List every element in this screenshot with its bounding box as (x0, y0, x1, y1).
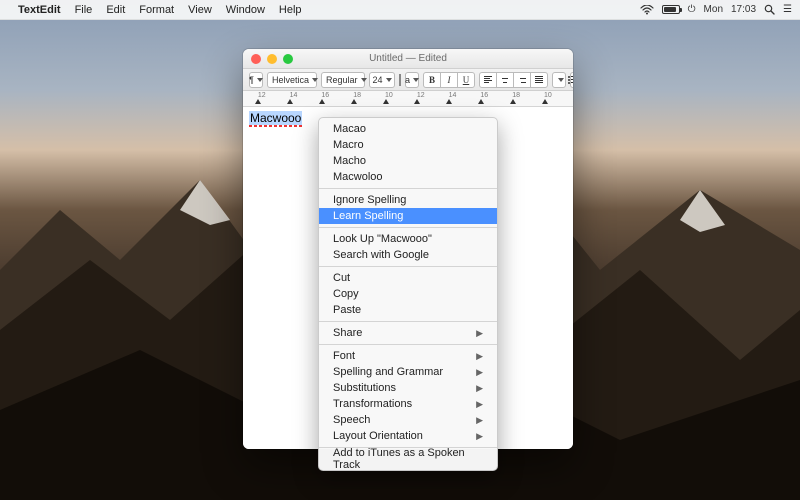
style-picker[interactable]: ¶ (249, 72, 263, 88)
spelling-suggestion[interactable]: Macwoloo (319, 169, 497, 185)
line-spacing-button[interactable] (552, 72, 566, 88)
misspelled-word[interactable]: Macwooo (249, 111, 302, 125)
align-right-button[interactable] (513, 72, 531, 88)
menu-format[interactable]: Format (139, 4, 174, 16)
tab-stop[interactable] (510, 99, 516, 104)
menu-separator (319, 227, 497, 228)
menu-add-to-itunes[interactable]: Add to iTunes as a Spoken Track (319, 451, 497, 467)
menu-help[interactable]: Help (279, 4, 302, 16)
font-style-select[interactable]: Regular (321, 72, 365, 88)
menu-cut[interactable]: Cut (319, 270, 497, 286)
spelling-suggestion[interactable]: Macao (319, 121, 497, 137)
tab-stop[interactable] (542, 99, 548, 104)
clock-day[interactable]: Mon (704, 4, 723, 15)
context-menu: Macao Macro Macho Macwoloo Ignore Spelli… (318, 117, 498, 471)
italic-button[interactable]: I (440, 72, 458, 88)
tab-stop[interactable] (414, 99, 420, 104)
align-left-button[interactable] (479, 72, 497, 88)
tab-stop[interactable] (383, 99, 389, 104)
menu-view[interactable]: View (188, 4, 212, 16)
menu-paste[interactable]: Paste (319, 302, 497, 318)
ruler[interactable]: 12 14 16 18 10 12 14 16 18 10 (243, 91, 573, 107)
tab-stop[interactable] (446, 99, 452, 104)
zoom-button[interactable] (283, 54, 293, 64)
menu-separator (319, 321, 497, 322)
tab-stop[interactable] (478, 99, 484, 104)
menu-speech[interactable]: Speech▶ (319, 412, 497, 428)
menu-transformations[interactable]: Transformations▶ (319, 396, 497, 412)
menu-learn-spelling[interactable]: Learn Spelling (319, 208, 497, 224)
list-button[interactable] (570, 72, 573, 88)
menu-separator (319, 188, 497, 189)
text-color-well[interactable] (399, 74, 401, 86)
menu-search-google[interactable]: Search with Google (319, 247, 497, 263)
tab-stop[interactable] (287, 99, 293, 104)
menu-spelling[interactable]: Spelling and Grammar▶ (319, 364, 497, 380)
tab-stop[interactable] (255, 99, 261, 104)
spelling-suggestion[interactable]: Macho (319, 153, 497, 169)
menu-look-up[interactable]: Look Up "Macwooo" (319, 231, 497, 247)
menu-share[interactable]: Share▶ (319, 325, 497, 341)
battery-icon[interactable] (662, 5, 680, 14)
menu-layout[interactable]: Layout Orientation▶ (319, 428, 497, 444)
wifi-icon[interactable] (640, 5, 654, 15)
font-size-select[interactable]: 24 (369, 72, 395, 88)
menu-edit[interactable]: Edit (106, 4, 125, 16)
alignment-group (479, 72, 548, 88)
spotlight-icon[interactable] (764, 4, 775, 15)
menu-separator (319, 266, 497, 267)
font-family-select[interactable]: Helvetica (267, 72, 317, 88)
menu-ignore-spelling[interactable]: Ignore Spelling (319, 192, 497, 208)
menu-substitutions[interactable]: Substitutions▶ (319, 380, 497, 396)
menu-copy[interactable]: Copy (319, 286, 497, 302)
minimize-button[interactable] (267, 54, 277, 64)
spelling-suggestion[interactable]: Macro (319, 137, 497, 153)
clock-time[interactable]: 17:03 (731, 4, 756, 15)
text-style-group: B I U (423, 72, 475, 88)
text-color-button[interactable]: a (405, 72, 419, 88)
tab-stop[interactable] (351, 99, 357, 104)
menu-separator (319, 344, 497, 345)
align-justify-button[interactable] (530, 72, 548, 88)
close-button[interactable] (251, 54, 261, 64)
app-menu[interactable]: TextEdit (18, 4, 61, 16)
system-menubar: TextEdit File Edit Format View Window He… (0, 0, 800, 20)
menu-font[interactable]: Font▶ (319, 348, 497, 364)
underline-button[interactable]: U (457, 72, 475, 88)
format-toolbar: ¶ Helvetica Regular 24 a B I U (243, 69, 573, 91)
bold-button[interactable]: B (423, 72, 441, 88)
tab-stop[interactable] (319, 99, 325, 104)
window-titlebar[interactable]: Untitled — Edited (243, 49, 573, 69)
menu-window[interactable]: Window (226, 4, 265, 16)
align-center-button[interactable] (496, 72, 514, 88)
menu-file[interactable]: File (75, 4, 93, 16)
notification-center-icon[interactable]: ☰ (783, 4, 792, 15)
